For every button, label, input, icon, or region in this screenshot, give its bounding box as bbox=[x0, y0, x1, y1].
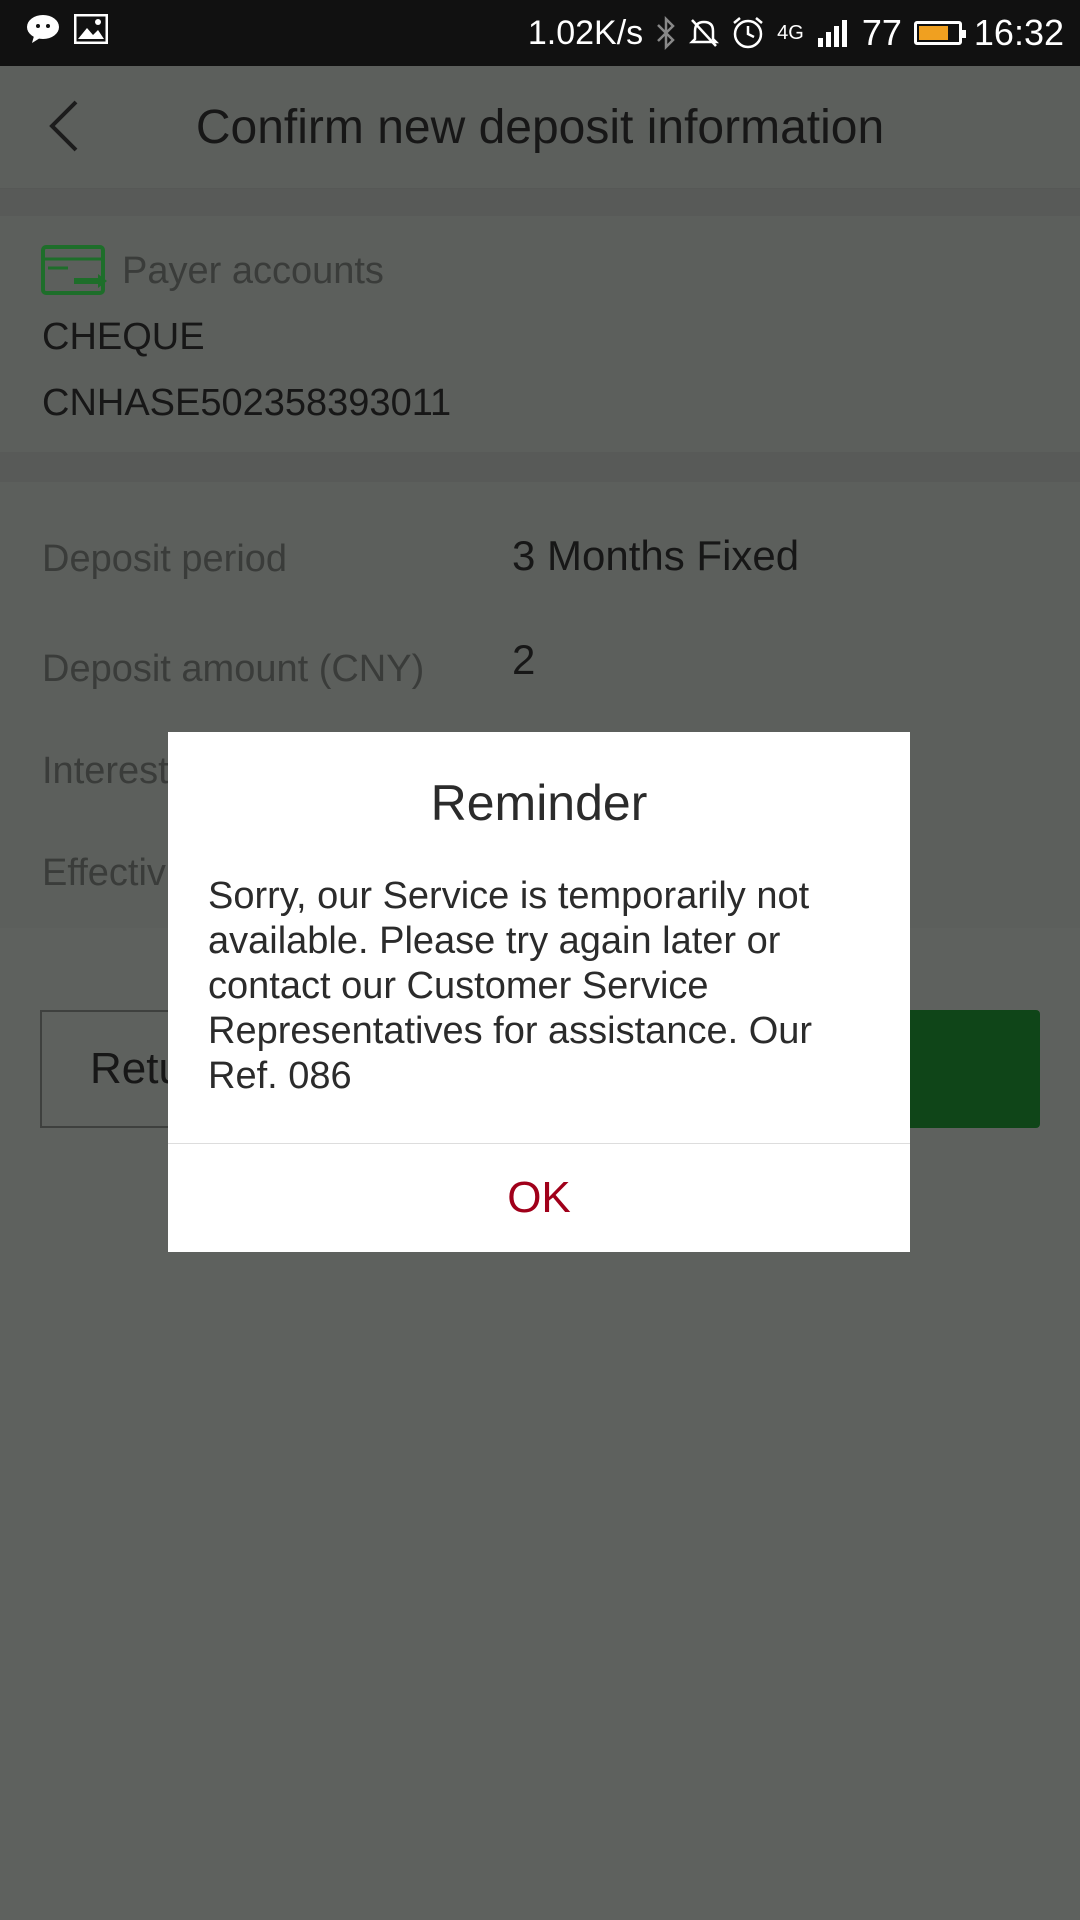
payer-accounts-title: Payer accounts bbox=[122, 250, 384, 292]
battery-icon bbox=[913, 21, 966, 45]
dialog-title: Reminder bbox=[430, 775, 648, 831]
network-type: 4G bbox=[777, 21, 804, 44]
alarm-icon bbox=[733, 17, 763, 49]
signal-icon bbox=[817, 20, 847, 47]
effective-date-label: Effectiv bbox=[42, 852, 166, 894]
interest-label: Interest bbox=[42, 750, 169, 792]
network-speed: 1.02K/s bbox=[527, 13, 644, 52]
dialog-message: Sorry, our Service is temporarily not av… bbox=[208, 875, 813, 1097]
card-transfer-icon bbox=[41, 245, 107, 295]
deposit-amount-label: Deposit amount (CNY) bbox=[42, 648, 425, 690]
deposit-period-label: Deposit period bbox=[42, 538, 288, 580]
mute-icon bbox=[689, 19, 720, 47]
section-divider bbox=[0, 189, 1080, 216]
account-number: CNHASE502358393011 bbox=[42, 382, 452, 424]
chat-icon bbox=[27, 15, 59, 43]
deposit-amount-value: 2 bbox=[512, 636, 536, 683]
section-divider bbox=[0, 452, 1080, 482]
payer-accounts-card: Payer accounts CHEQUE CNHASE502358393011 bbox=[0, 216, 1080, 452]
bluetooth-icon bbox=[657, 16, 675, 50]
status-bar: 1.02K/s 4G 77 16:32 bbox=[0, 0, 1080, 66]
image-icon bbox=[74, 14, 108, 44]
battery-level: 77 bbox=[861, 12, 902, 53]
page-title: Confirm new deposit information bbox=[195, 101, 885, 154]
app-bar: Confirm new deposit information bbox=[0, 66, 1080, 189]
account-type: CHEQUE bbox=[42, 316, 205, 358]
reminder-dialog: Reminder Sorry, our Service is temporari… bbox=[168, 732, 910, 1252]
clock: 16:32 bbox=[973, 12, 1064, 53]
ok-button[interactable]: OK bbox=[168, 1144, 910, 1252]
deposit-period-value: 3 Months Fixed bbox=[512, 532, 800, 579]
